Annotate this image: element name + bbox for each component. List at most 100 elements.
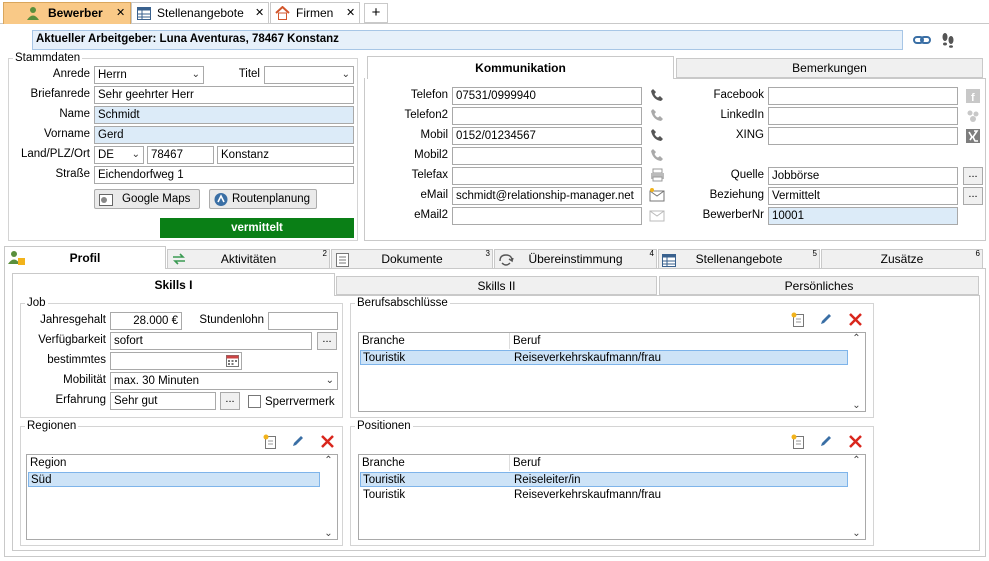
scroll-up-icon[interactable]: ⌃ <box>848 455 865 466</box>
quelle-field[interactable]: Jobbörse <box>768 167 958 185</box>
bewerbernr-field[interactable]: 10001 <box>768 207 958 225</box>
doc-tab-bewerber[interactable]: Bewerber ✕ <box>3 2 131 24</box>
tab-aktivitaeten[interactable]: Aktivitäten 2 <box>167 249 330 269</box>
phone-icon[interactable] <box>649 147 665 163</box>
email-compose-icon[interactable] <box>649 187 665 203</box>
current-employer-text: Aktueller Arbeitgeber: Luna Aventuras, 7… <box>36 33 339 45</box>
phone-icon[interactable] <box>649 107 665 123</box>
doc-tab-stellenangebote[interactable]: Stellenangebote ✕ <box>131 2 269 23</box>
stundenlohn-field[interactable] <box>268 312 338 330</box>
new-document-icon[interactable] <box>262 433 278 449</box>
new-document-icon[interactable] <box>790 311 806 327</box>
land-select[interactable]: DE ⌄ <box>94 146 144 164</box>
table-row[interactable]: Süd <box>28 472 320 487</box>
edit-pencil-icon[interactable] <box>818 433 834 449</box>
delete-icon[interactable] <box>318 432 336 450</box>
tab-persoenliches[interactable]: Persönliches <box>659 276 979 295</box>
facebook-icon[interactable]: f <box>965 88 981 104</box>
quelle-picker-button[interactable]: ... <box>963 167 983 185</box>
name-field[interactable]: Schmidt <box>94 106 354 124</box>
tab-profil[interactable]: Profil <box>4 246 166 269</box>
link-icon[interactable] <box>913 33 931 47</box>
tab-skills-1[interactable]: Skills I <box>12 273 335 296</box>
telefon-field[interactable]: 07531/0999940 <box>452 87 642 105</box>
regionen-table[interactable]: Region Süd ⌃ ⌄ <box>26 454 338 540</box>
close-icon[interactable]: ✕ <box>255 6 264 19</box>
scrollbar[interactable]: ⌃ ⌄ <box>848 333 865 411</box>
mobil-field[interactable]: 0152/01234567 <box>452 127 642 145</box>
anrede-select[interactable]: Herrn ⌄ <box>94 66 204 84</box>
mobil2-field[interactable] <box>452 147 642 165</box>
scroll-up-icon[interactable]: ⌃ <box>320 455 337 466</box>
erfahrung-field[interactable]: Sehr gut <box>110 392 216 410</box>
google-maps-button[interactable]: Google Maps <box>94 189 200 209</box>
delete-icon[interactable] <box>846 310 864 328</box>
sperrvermerk-checkbox[interactable] <box>248 395 261 408</box>
email2-field[interactable] <box>452 207 642 225</box>
tab-skills-2[interactable]: Skills II <box>336 276 657 295</box>
plz-field[interactable]: 78467 <box>147 146 214 164</box>
tab-uebereinstimmung[interactable]: Übereinstimmung 4 <box>494 249 657 269</box>
beziehung-field[interactable]: Vermittelt <box>768 187 958 205</box>
calendar-icon[interactable] <box>225 353 240 368</box>
xing-icon[interactable] <box>965 128 981 144</box>
email-icon[interactable] <box>649 207 665 223</box>
bestimmtes-date-field[interactable] <box>110 352 242 370</box>
verfuegbarkeit-field[interactable]: sofort <box>110 332 312 350</box>
mobilitaet-select[interactable]: max. 30 Minuten ⌄ <box>110 372 338 390</box>
tab-count: 2 <box>322 249 327 258</box>
linkedin-field[interactable] <box>768 107 958 125</box>
table-row[interactable]: Touristik Reiseleiter/in <box>360 472 848 487</box>
column-header: Branche <box>362 457 405 469</box>
berufsabschluesse-table[interactable]: Branche Beruf Touristik Reiseverkehrskau… <box>358 332 866 412</box>
ort-field[interactable]: Konstanz <box>217 146 354 164</box>
facebook-label: Facebook <box>713 89 764 101</box>
verfuegbarkeit-picker-button[interactable]: ... <box>317 332 337 350</box>
edit-pencil-icon[interactable] <box>290 433 306 449</box>
printer-icon[interactable] <box>649 167 665 183</box>
briefanrede-field[interactable]: Sehr geehrter Herr <box>94 86 354 104</box>
footprints-icon[interactable] <box>940 32 956 48</box>
facebook-field[interactable] <box>768 87 958 105</box>
titel-select[interactable]: ⌄ <box>264 66 354 84</box>
telefon2-field[interactable] <box>452 107 642 125</box>
scroll-down-icon[interactable]: ⌄ <box>320 528 337 539</box>
tab-kommunikation[interactable]: Kommunikation <box>367 56 674 79</box>
jahresgehalt-field[interactable]: 28.000 € <box>110 312 182 330</box>
tab-bemerkungen[interactable]: Bemerkungen <box>676 58 983 78</box>
table-row[interactable]: Touristik Reiseverkehrskaufmann/frau <box>360 488 848 503</box>
column-header: Region <box>30 457 67 469</box>
email-field[interactable]: schmidt@relationship-manager.net <box>452 187 642 205</box>
delete-icon[interactable] <box>846 432 864 450</box>
new-document-icon[interactable] <box>790 433 806 449</box>
linkedin-icon[interactable] <box>965 108 981 124</box>
edit-pencil-icon[interactable] <box>818 311 834 327</box>
erfahrung-picker-button[interactable]: ... <box>220 392 240 410</box>
close-icon[interactable]: ✕ <box>116 6 125 19</box>
tab-dokumente[interactable]: Dokumente 3 <box>331 249 493 269</box>
tab-zusaetze[interactable]: Zusätze 6 <box>821 249 983 269</box>
close-icon[interactable]: ✕ <box>346 6 355 19</box>
scroll-up-icon[interactable]: ⌃ <box>848 333 865 344</box>
cell-beruf: Reiseverkehrskaufmann/frau <box>514 489 662 501</box>
scroll-down-icon[interactable]: ⌄ <box>848 528 865 539</box>
scrollbar[interactable]: ⌃ ⌄ <box>848 455 865 539</box>
vorname-field[interactable]: Gerd <box>94 126 354 144</box>
scrollbar[interactable]: ⌃ ⌄ <box>320 455 337 539</box>
routenplanung-button[interactable]: Routenplanung <box>209 189 317 209</box>
house-icon <box>275 6 290 20</box>
doc-tab-firmen[interactable]: Firmen ✕ <box>270 2 360 23</box>
scroll-down-icon[interactable]: ⌄ <box>848 400 865 411</box>
table-row[interactable]: Touristik Reiseverkehrskaufmann/frau <box>360 350 848 365</box>
svg-text:f: f <box>971 92 975 103</box>
positionen-table[interactable]: Branche Beruf Touristik Reiseleiter/in T… <box>358 454 866 540</box>
phone-icon[interactable] <box>649 127 665 143</box>
cell-branche: Touristik <box>363 352 406 364</box>
beziehung-picker-button[interactable]: ... <box>963 187 983 205</box>
strasse-field[interactable]: Eichendorfweg 1 <box>94 166 354 184</box>
telefax-field[interactable] <box>452 167 642 185</box>
new-tab-button[interactable]: + <box>364 3 388 23</box>
xing-field[interactable] <box>768 127 958 145</box>
tab-stellenangebote[interactable]: Stellenangebote 5 <box>658 249 820 269</box>
phone-icon[interactable] <box>649 87 665 103</box>
